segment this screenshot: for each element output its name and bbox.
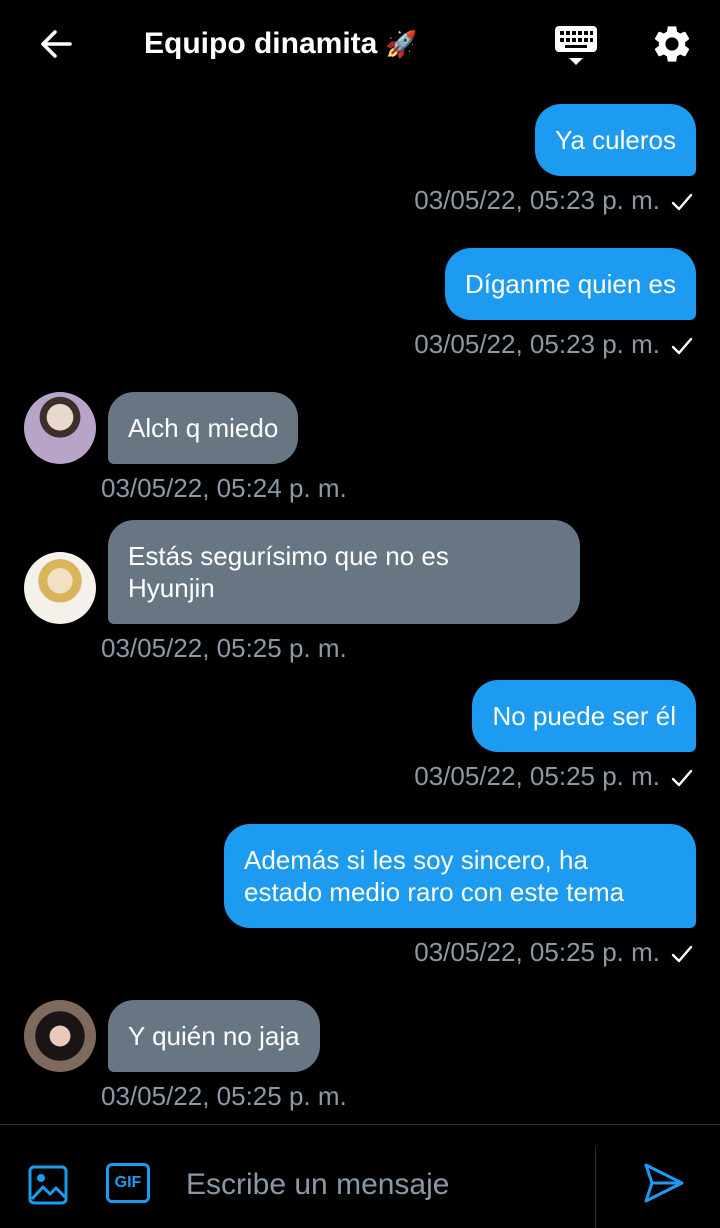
sender-avatar[interactable] — [24, 1000, 96, 1072]
timestamp: 03/05/22, 05:23 p. m. — [414, 329, 660, 359]
keyboard-icon[interactable] — [552, 24, 600, 68]
message-meta: 03/05/22, 05:23 p. m. — [414, 328, 694, 360]
conversation-title: Equipo dinamita 🚀 — [144, 22, 418, 66]
incoming-message-bubble[interactable]: Y quién no jaja — [108, 1000, 320, 1072]
title-text: Equipo dinamita — [144, 27, 378, 60]
outgoing-message-bubble[interactable]: Además si les soy sincero, ha estado med… — [224, 824, 696, 928]
timestamp: 03/05/22, 05:25 p. m. — [101, 633, 347, 663]
chat-screen: Equipo dinamita 🚀 Ya culeros 03/05/22, 05… — [0, 0, 720, 1228]
composer-divider — [595, 1147, 596, 1228]
gear-icon[interactable] — [650, 22, 694, 66]
message-line: estado medio raro con este tema — [244, 877, 625, 907]
message-meta: 03/05/22, 05:25 p. m. — [414, 936, 694, 968]
timestamp: 03/05/22, 05:25 p. m. — [414, 937, 660, 967]
message-line: Además si les soy sincero, ha — [244, 845, 588, 875]
header: Equipo dinamita 🚀 — [0, 0, 720, 88]
timestamp: 03/05/22, 05:25 p. m. — [101, 1081, 347, 1111]
message-input[interactable] — [184, 1159, 588, 1211]
outgoing-message-bubble[interactable]: Ya culeros — [535, 104, 696, 176]
timestamp: 03/05/22, 05:24 p. m. — [101, 473, 347, 503]
message-composer: GIF — [0, 1124, 720, 1228]
check-icon — [671, 769, 693, 787]
message-line: Hyunjin — [128, 573, 215, 603]
outgoing-message-bubble[interactable]: No puede ser él — [472, 680, 696, 752]
outgoing-message-bubble[interactable]: Díganme quien es — [444, 248, 696, 320]
back-arrow-icon[interactable] — [36, 24, 76, 64]
incoming-message-bubble[interactable]: Alch q miedo — [108, 392, 299, 464]
check-icon — [671, 193, 693, 211]
timestamp: 03/05/22, 05:25 p. m. — [414, 761, 660, 791]
message-meta: 03/05/22, 05:23 p. m. — [414, 184, 694, 216]
incoming-message-bubble[interactable]: Estás segurísimo que no es Hyunjin — [108, 520, 580, 624]
timestamp: 03/05/22, 05:23 p. m. — [414, 185, 660, 215]
message-meta: 03/05/22, 05:25 p. m. — [414, 760, 694, 792]
sender-avatar[interactable] — [24, 552, 96, 624]
rocket-emoji: 🚀 — [385, 29, 418, 59]
image-icon[interactable] — [28, 1165, 68, 1205]
message-line: Estás segurísimo que no es — [128, 541, 449, 571]
send-icon[interactable] — [642, 1161, 686, 1205]
sender-avatar[interactable] — [24, 392, 96, 464]
check-icon — [671, 945, 693, 963]
check-icon — [671, 337, 693, 355]
gif-button[interactable]: GIF — [106, 1163, 150, 1203]
